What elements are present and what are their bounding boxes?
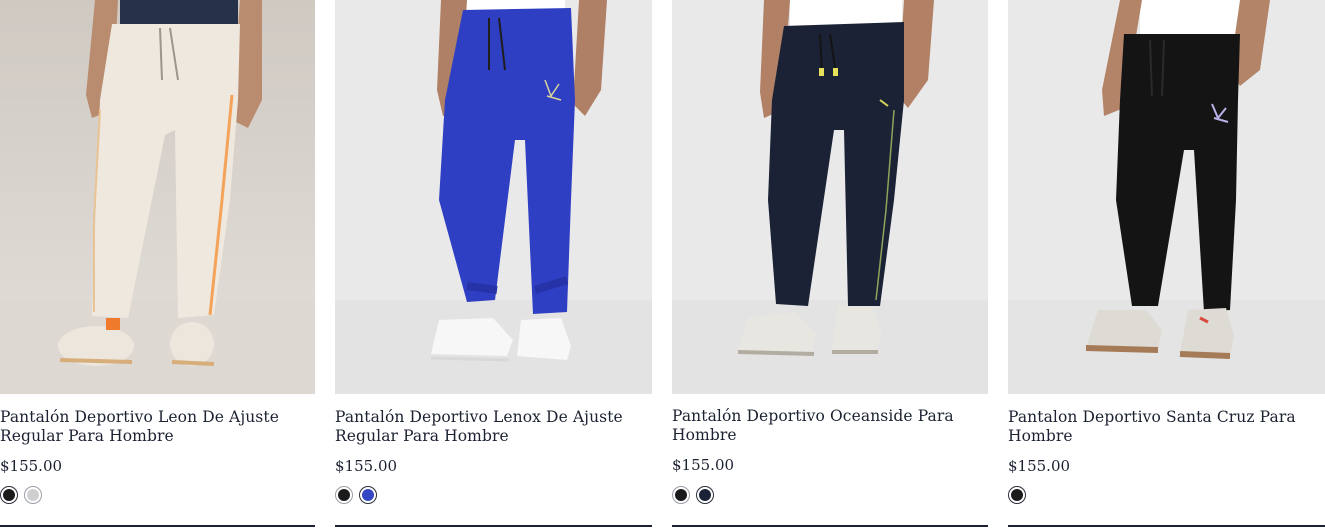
product-card: Pantalón Deportivo Leon De Ajuste Regula… <box>0 0 315 528</box>
color-swatches <box>672 486 714 504</box>
color-swatch-grey[interactable] <box>24 486 42 504</box>
color-swatch-black[interactable] <box>1008 486 1026 504</box>
color-swatch-blue[interactable] <box>359 486 377 504</box>
color-swatches <box>0 486 42 504</box>
product-price: $155.00 <box>335 457 398 475</box>
card-divider <box>1008 525 1325 527</box>
color-dot <box>1011 489 1023 501</box>
product-title[interactable]: Pantalón Deportivo Lenox De Ajuste Regul… <box>335 408 652 446</box>
blue-jogger-photo <box>335 0 652 394</box>
product-price: $155.00 <box>1008 457 1071 475</box>
color-swatches <box>1008 486 1026 504</box>
product-grid: Pantalón Deportivo Leon De Ajuste Regula… <box>0 0 1325 528</box>
color-swatch-black[interactable] <box>672 486 690 504</box>
beige-jogger-photo <box>0 0 315 394</box>
color-dot <box>27 489 39 501</box>
card-divider <box>335 525 652 527</box>
color-swatch-black[interactable] <box>0 486 18 504</box>
color-dot <box>338 489 350 501</box>
color-dot <box>3 489 15 501</box>
product-price: $155.00 <box>672 456 735 474</box>
black-jogger-photo <box>1008 0 1325 394</box>
product-image-lenox[interactable] <box>335 0 652 394</box>
product-title[interactable]: Pantalón Deportivo Oceanside Para Hombre <box>672 407 988 445</box>
navy-jogger-photo <box>672 0 988 394</box>
color-dot <box>675 489 687 501</box>
card-divider <box>0 525 315 527</box>
product-card: Pantalon Deportivo Santa Cruz Para Hombr… <box>1008 0 1325 528</box>
color-dot <box>362 489 374 501</box>
product-image-santa-cruz[interactable] <box>1008 0 1325 394</box>
color-swatch-navy[interactable] <box>696 486 714 504</box>
color-swatches <box>335 486 377 504</box>
product-title[interactable]: Pantalón Deportivo Leon De Ajuste Regula… <box>0 408 315 446</box>
product-card: Pantalón Deportivo Oceanside Para Hombre… <box>672 0 988 528</box>
card-divider <box>672 525 988 527</box>
product-image-oceanside[interactable] <box>672 0 988 394</box>
product-image-leon[interactable] <box>0 0 315 394</box>
product-title[interactable]: Pantalon Deportivo Santa Cruz Para Hombr… <box>1008 408 1325 446</box>
product-card: Pantalón Deportivo Lenox De Ajuste Regul… <box>335 0 652 528</box>
product-price: $155.00 <box>0 457 63 475</box>
color-dot <box>699 489 711 501</box>
color-swatch-black[interactable] <box>335 486 353 504</box>
